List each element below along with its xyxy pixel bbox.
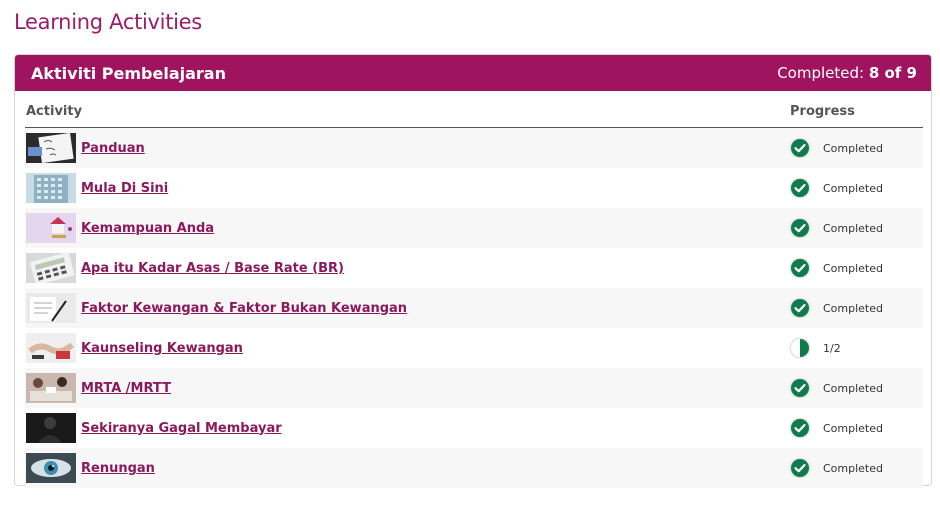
activity-link[interactable]: Panduan [81,141,145,156]
check-circle-icon [789,297,811,319]
activity-link[interactable]: Faktor Kewangan & Faktor Bukan Kewangan [81,301,407,316]
house-coins-thumbnail [26,213,76,243]
table-row: Sekiranya Gagal Membayar Completed [25,408,923,448]
check-circle-icon [789,417,811,439]
progress-cell: Completed [789,297,923,319]
progress-status: Completed [823,221,883,235]
progress-cell: 1/2 [789,337,923,359]
progress-cell: Completed [789,257,923,279]
handwriting-note-thumbnail [26,133,76,163]
column-header-activity: Activity [26,103,83,119]
activity-cell: Renungan [25,453,789,483]
table-header: Activity Progress [25,95,923,128]
activity-cell: Panduan [25,133,789,163]
progress-status: Completed [823,421,883,435]
check-circle-icon [789,177,811,199]
meeting-thumbnail [26,373,76,403]
progress-cell: Completed [789,177,923,199]
progress-cell: Completed [789,377,923,399]
activity-cell: Kemampuan Anda [25,213,789,243]
dark-figure-thumbnail [26,413,76,443]
calculator-thumbnail [26,253,76,283]
activity-cell: Mula Di Sini [25,173,789,203]
check-circle-icon [789,137,811,159]
pen-paper-thumbnail [26,293,76,323]
table-row: Mula Di Sini Completed [25,168,923,208]
activity-link[interactable]: Kemampuan Anda [81,221,214,236]
check-circle-icon [789,217,811,239]
progress-cell: Completed [789,217,923,239]
table-body: Panduan Completed Mula Di Sini Completed Kem… [25,128,923,488]
completed-label: Completed: [777,64,865,82]
progress-status: Completed [823,141,883,155]
check-circle-icon [789,457,811,479]
table-row: Kaunseling Kewangan 1/2 [25,328,923,368]
table-row: Faktor Kewangan & Faktor Bukan Kewangan C… [25,288,923,328]
completed-summary: Completed: 8 of 9 [777,64,917,82]
activity-cell: Apa itu Kadar Asas / Base Rate (BR) [25,253,789,283]
completed-count: 8 of 9 [868,64,917,82]
activity-cell: Faktor Kewangan & Faktor Bukan Kewangan [25,293,789,323]
activity-cell: MRTA /MRTT [25,373,789,403]
building-thumbnail [26,173,76,203]
activity-link[interactable]: Kaunseling Kewangan [81,341,243,356]
table-row: Apa itu Kadar Asas / Base Rate (BR) Compl… [25,248,923,288]
table-row: Kemampuan Anda Completed [25,208,923,248]
handshake-thumbnail [26,333,76,363]
table-row: Panduan Completed [25,128,923,168]
progress-status: Completed [823,301,883,315]
progress-cell: Completed [789,417,923,439]
progress-status: Completed [823,261,883,275]
activity-link[interactable]: Sekiranya Gagal Membayar [81,421,282,436]
check-circle-icon [789,377,811,399]
half-circle-icon [789,337,811,359]
activity-link[interactable]: Mula Di Sini [81,181,168,196]
activity-link[interactable]: MRTA /MRTT [81,381,171,396]
activities-panel: Aktiviti Pembelajaran Completed: 8 of 9 … [14,54,932,488]
progress-status: Completed [823,461,883,475]
panel-header: Aktiviti Pembelajaran Completed: 8 of 9 [15,55,931,91]
progress-cell: Completed [789,457,923,479]
table-row: Renungan Completed [25,448,923,488]
column-header-progress: Progress [790,103,855,119]
progress-status: Completed [823,381,883,395]
activity-link[interactable]: Apa itu Kadar Asas / Base Rate (BR) [81,261,344,276]
check-circle-icon [789,257,811,279]
progress-status: Completed [823,181,883,195]
activity-link[interactable]: Renungan [81,461,155,476]
progress-status: 1/2 [823,341,841,355]
activities-table: Activity Progress Panduan Completed Mula D… [25,95,923,488]
progress-cell: Completed [789,137,923,159]
panel-title: Aktiviti Pembelajaran [31,63,226,83]
eye-thumbnail [26,453,76,483]
page-title: Learning Activities [14,10,202,34]
activity-cell: Kaunseling Kewangan [25,333,789,363]
table-row: MRTA /MRTT Completed [25,368,923,408]
activity-cell: Sekiranya Gagal Membayar [25,413,789,443]
